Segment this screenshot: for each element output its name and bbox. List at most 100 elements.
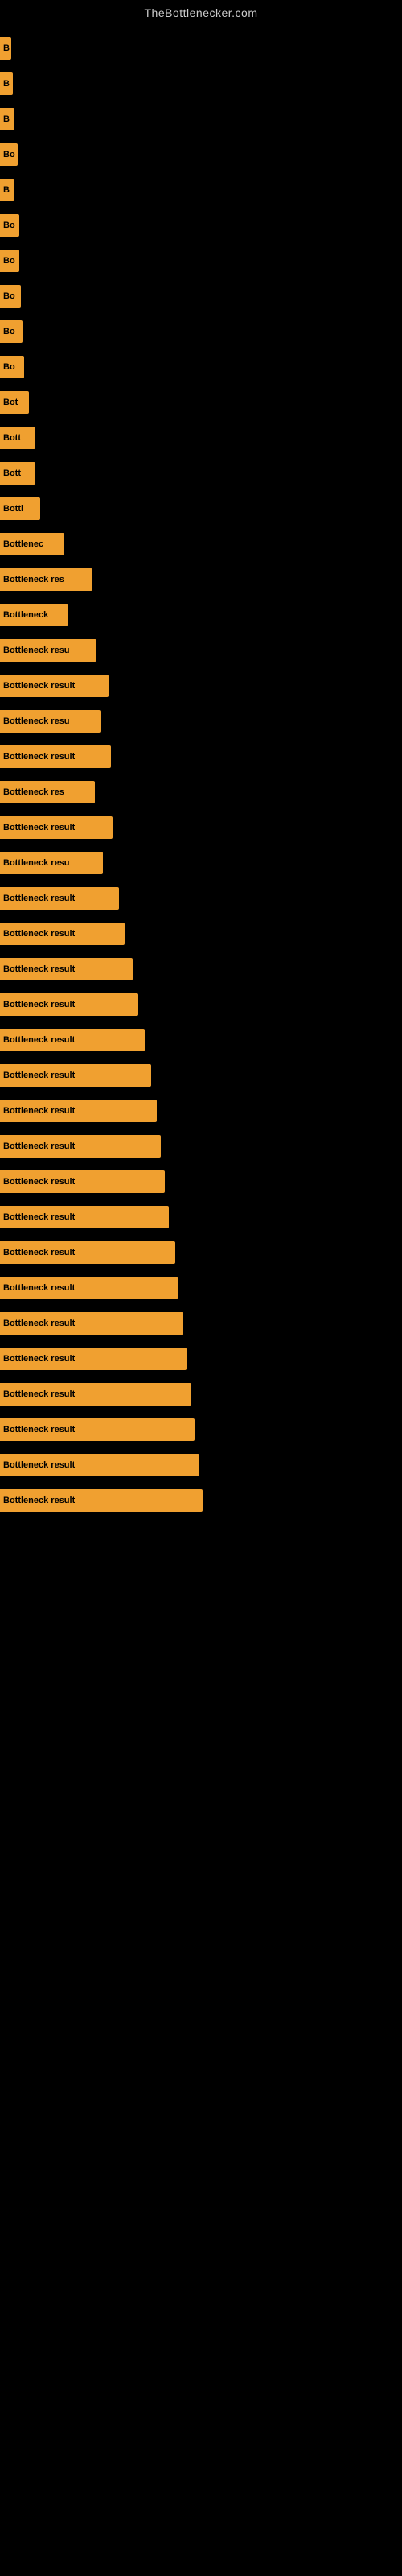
bar-row: Bottleneck res (0, 562, 402, 597)
bar-label-17: Bottleneck (3, 610, 48, 620)
bar-6: Bo (0, 214, 19, 237)
bar-label-37: Bottleneck result (3, 1319, 75, 1328)
bar-26: Bottleneck result (0, 923, 125, 945)
bar-row: Bo (0, 349, 402, 385)
bar-20: Bottleneck resu (0, 710, 100, 733)
bar-row: Bottleneck result (0, 1164, 402, 1199)
bar-23: Bottleneck result (0, 816, 113, 839)
bar-row: Bottl (0, 491, 402, 526)
bar-28: Bottleneck result (0, 993, 138, 1016)
bar-30: Bottleneck result (0, 1064, 151, 1087)
bar-39: Bottleneck result (0, 1383, 191, 1406)
bar-row: Bottleneck resu (0, 704, 402, 739)
bar-label-15: Bottlenec (3, 539, 43, 549)
bar-4: Bo (0, 143, 18, 166)
bar-label-12: Bott (3, 433, 21, 443)
bar-35: Bottleneck result (0, 1241, 175, 1264)
bar-9: Bo (0, 320, 23, 343)
bar-label-28: Bottleneck result (3, 1000, 75, 1009)
bar-label-29: Bottleneck result (3, 1035, 75, 1045)
bar-22: Bottleneck res (0, 781, 95, 803)
bar-row: Bo (0, 279, 402, 314)
bar-37: Bottleneck result (0, 1312, 183, 1335)
bar-row: Bottleneck result (0, 1093, 402, 1129)
site-title: TheBottlenecker.com (0, 0, 402, 23)
bar-label-24: Bottleneck resu (3, 858, 70, 868)
bar-label-33: Bottleneck result (3, 1177, 75, 1187)
bar-row: Bottleneck result (0, 916, 402, 952)
bars-container: B B B Bo B Bo Bo Bo Bo Bo Bot Bott Bott Bottl Bottlene… (0, 23, 402, 1518)
bar-32: Bottleneck result (0, 1135, 161, 1158)
bar-label-9: Bo (3, 327, 15, 336)
bar-label-4: Bo (3, 150, 15, 159)
bar-36: Bottleneck result (0, 1277, 178, 1299)
bar-row: Bottleneck result (0, 1412, 402, 1447)
bar-label-35: Bottleneck result (3, 1248, 75, 1257)
bar-15: Bottlenec (0, 533, 64, 555)
bar-29: Bottleneck result (0, 1029, 145, 1051)
bar-label-19: Bottleneck result (3, 681, 75, 691)
bar-5: B (0, 179, 14, 201)
bar-label-14: Bottl (3, 504, 23, 514)
bar-2: B (0, 72, 13, 95)
bar-label-31: Bottleneck result (3, 1106, 75, 1116)
bar-27: Bottleneck result (0, 958, 133, 980)
bar-11: Bot (0, 391, 29, 414)
bar-label-6: Bo (3, 221, 15, 230)
bar-row: Bottleneck result (0, 1199, 402, 1235)
bar-label-23: Bottleneck result (3, 823, 75, 832)
bar-row: Bottleneck result (0, 1377, 402, 1412)
bar-label-22: Bottleneck res (3, 787, 64, 797)
bar-41: Bottleneck result (0, 1454, 199, 1476)
bar-33: Bottleneck result (0, 1170, 165, 1193)
bar-row: Bottleneck result (0, 739, 402, 774)
bar-row: Bottleneck result (0, 1306, 402, 1341)
bar-row: Bottleneck result (0, 1270, 402, 1306)
bar-label-10: Bo (3, 362, 15, 372)
bar-row: Bottleneck (0, 597, 402, 633)
bar-label-18: Bottleneck resu (3, 646, 70, 655)
bar-row: Bottleneck result (0, 1447, 402, 1483)
bar-row: Bottleneck result (0, 952, 402, 987)
bar-19: Bottleneck result (0, 675, 109, 697)
bar-row: Bottleneck result (0, 881, 402, 916)
bar-row: Bottleneck resu (0, 845, 402, 881)
bar-14: Bottl (0, 497, 40, 520)
bar-13: Bott (0, 462, 35, 485)
bar-row: B (0, 172, 402, 208)
bar-label-2: B (3, 79, 10, 89)
bar-17: Bottleneck (0, 604, 68, 626)
bar-label-41: Bottleneck result (3, 1460, 75, 1470)
bar-label-13: Bott (3, 469, 21, 478)
bar-label-8: Bo (3, 291, 15, 301)
bar-label-3: B (3, 114, 10, 124)
bar-1: B (0, 37, 11, 60)
bar-row: Bottleneck result (0, 1129, 402, 1164)
bar-label-40: Bottleneck result (3, 1425, 75, 1435)
bar-row: Bottlenec (0, 526, 402, 562)
bar-label-21: Bottleneck result (3, 752, 75, 762)
bar-18: Bottleneck resu (0, 639, 96, 662)
bar-31: Bottleneck result (0, 1100, 157, 1122)
bar-42: Bottleneck result (0, 1489, 203, 1512)
bar-row: Bottleneck result (0, 987, 402, 1022)
bar-21: Bottleneck result (0, 745, 111, 768)
bar-3: B (0, 108, 14, 130)
bar-row: B (0, 31, 402, 66)
bar-row: Bo (0, 137, 402, 172)
bar-label-34: Bottleneck result (3, 1212, 75, 1222)
bar-label-30: Bottleneck result (3, 1071, 75, 1080)
bar-row: B (0, 101, 402, 137)
bar-label-1: B (3, 43, 10, 53)
bar-label-38: Bottleneck result (3, 1354, 75, 1364)
bar-12: Bott (0, 427, 35, 449)
bar-label-16: Bottleneck res (3, 575, 64, 584)
bar-label-26: Bottleneck result (3, 929, 75, 939)
bar-7: Bo (0, 250, 19, 272)
bar-label-39: Bottleneck result (3, 1389, 75, 1399)
bar-row: Bottleneck result (0, 668, 402, 704)
bar-row: Bottleneck resu (0, 633, 402, 668)
bar-40: Bottleneck result (0, 1418, 195, 1441)
bar-row: Bottleneck res (0, 774, 402, 810)
bar-10: Bo (0, 356, 24, 378)
